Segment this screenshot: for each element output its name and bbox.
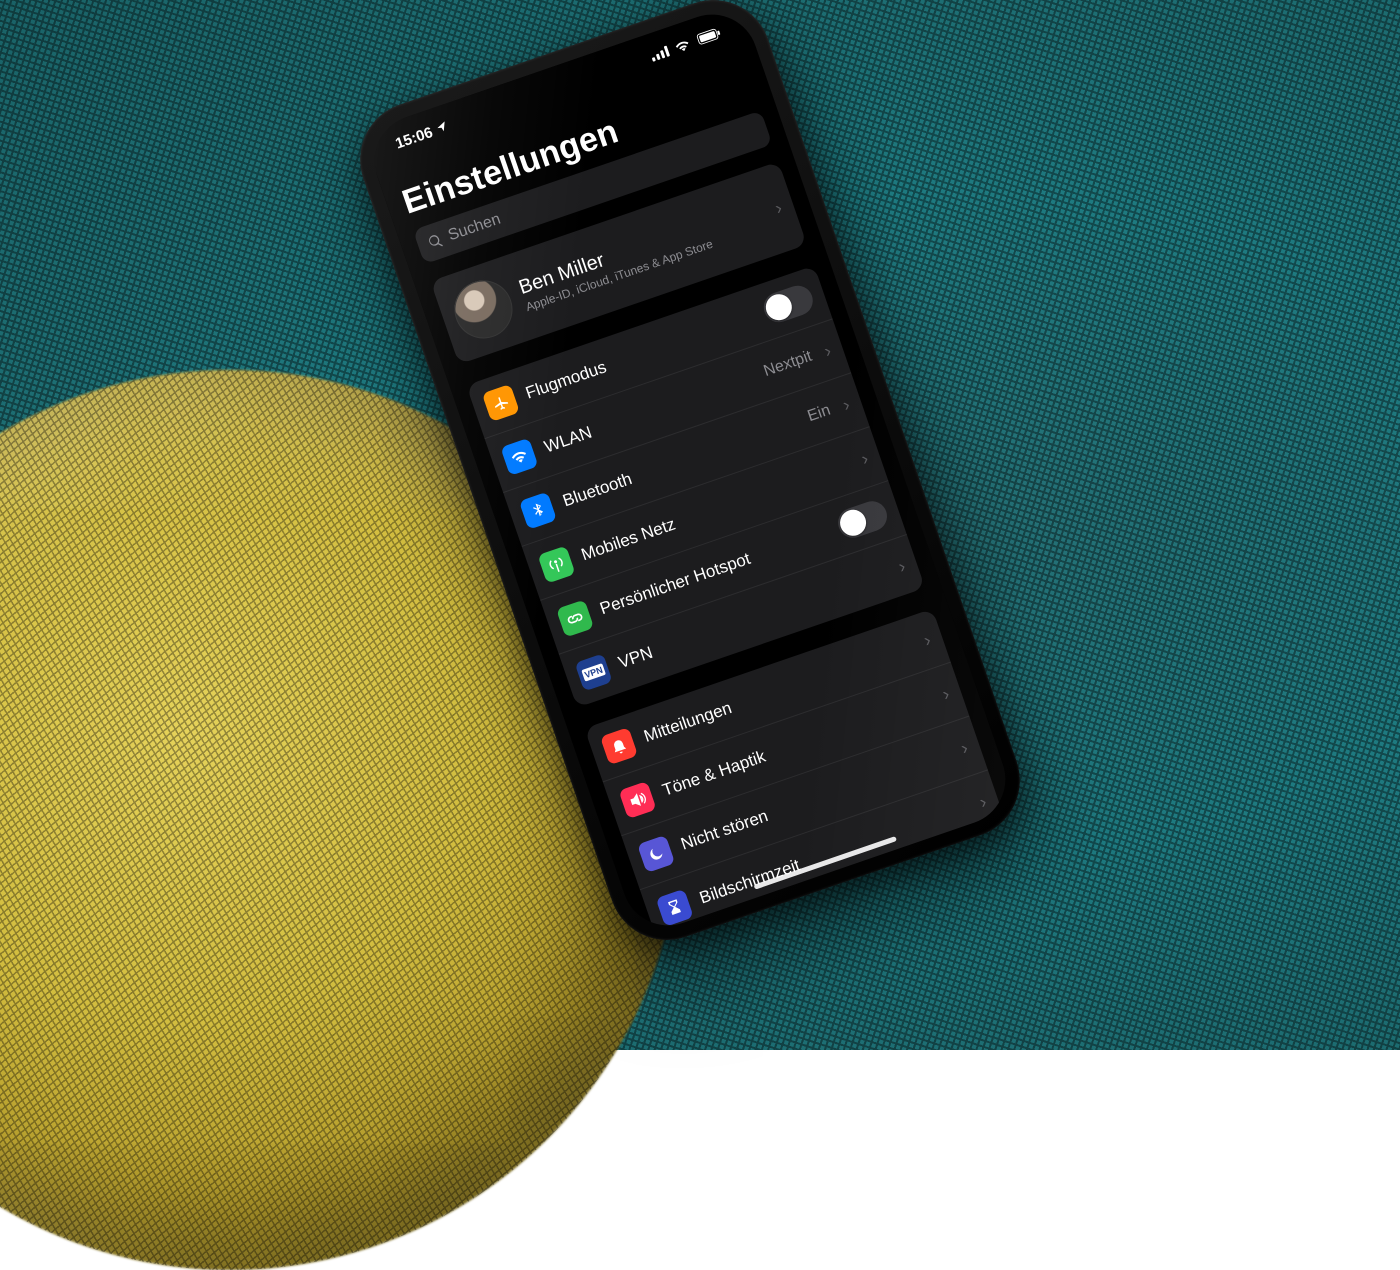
row-value: Nextpit xyxy=(762,348,815,381)
chevron-right-icon: › xyxy=(940,683,953,705)
chevron-right-icon: › xyxy=(958,737,971,759)
row-value: Ein xyxy=(805,402,833,427)
speaker-icon xyxy=(619,781,657,819)
chevron-right-icon: › xyxy=(840,394,853,416)
link-icon xyxy=(556,599,594,637)
wifi-icon xyxy=(672,37,693,54)
moon-icon xyxy=(637,835,675,873)
chevron-right-icon: › xyxy=(821,340,834,362)
chevron-right-icon: › xyxy=(921,629,934,651)
hourglass-icon xyxy=(656,889,694,927)
wifi-icon xyxy=(500,438,538,476)
chevron-right-icon: › xyxy=(977,791,990,813)
search-placeholder: Suchen xyxy=(446,211,503,246)
chevron-right-icon: › xyxy=(896,555,909,577)
location-icon xyxy=(434,119,449,134)
bluetooth-icon xyxy=(519,492,557,530)
bell-icon xyxy=(600,727,638,765)
toggle[interactable] xyxy=(760,282,817,327)
antenna-icon xyxy=(537,546,575,584)
avatar xyxy=(447,273,521,347)
status-time: 15:06 xyxy=(393,118,450,152)
toggle[interactable] xyxy=(834,497,891,542)
battery-icon xyxy=(695,26,723,46)
cellular-signal-icon xyxy=(649,45,670,62)
chevron-right-icon: › xyxy=(859,448,872,470)
airplane-icon xyxy=(482,384,520,422)
search-icon xyxy=(426,231,446,251)
vpn-icon: VPN xyxy=(575,653,613,691)
chevron-right-icon: › xyxy=(772,197,785,219)
